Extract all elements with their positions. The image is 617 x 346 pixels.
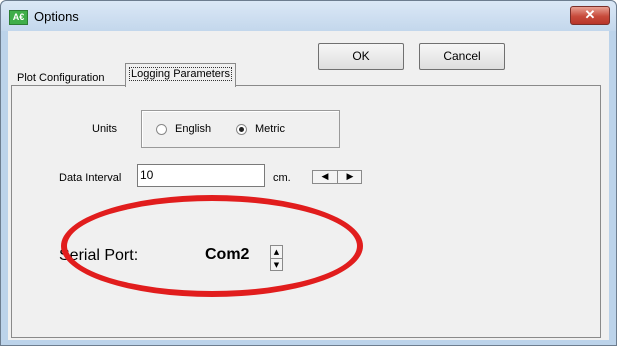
logging-parameters-panel: Units English Metric Data Interval 10 cm… (11, 85, 601, 338)
cancel-button[interactable]: Cancel (419, 43, 505, 70)
english-radio[interactable] (156, 124, 167, 135)
data-interval-label: Data Interval (59, 172, 122, 184)
serial-port-value: Com2 (205, 246, 250, 263)
metric-radio[interactable] (236, 124, 247, 135)
close-button[interactable]: ✕ (570, 6, 610, 25)
arrow-right-icon[interactable]: ▶ (337, 171, 362, 183)
tab-logging-parameters[interactable]: Logging Parameters (125, 63, 237, 87)
close-icon: ✕ (584, 7, 596, 22)
tab-logging-parameters-label: Logging Parameters (128, 67, 233, 81)
ok-button[interactable]: OK (318, 43, 404, 70)
data-interval-spinner[interactable]: ◀ ▶ (312, 170, 362, 184)
dialog-client-area: OK Cancel Plot Configuration Logging Par… (8, 31, 609, 340)
english-radio-label[interactable]: English (175, 123, 211, 135)
arrow-up-icon[interactable]: ▲ (271, 246, 282, 258)
metric-radio-label[interactable]: Metric (255, 123, 285, 135)
units-group: English Metric (141, 110, 340, 148)
options-dialog: A€ Options ✕ OK Cancel Plot Configuratio… (0, 0, 617, 346)
title-bar[interactable]: A€ Options ✕ (1, 1, 616, 31)
serial-port-label: Serial Port: (59, 247, 139, 264)
units-label: Units (92, 123, 118, 135)
serial-port-spinner[interactable]: ▲ ▼ (270, 245, 283, 271)
arrow-down-icon[interactable]: ▼ (271, 258, 282, 271)
window-title: Options (34, 9, 79, 24)
app-icon: A€ (9, 10, 28, 25)
data-interval-input[interactable]: 10 (137, 164, 265, 187)
arrow-left-icon[interactable]: ◀ (313, 171, 337, 183)
data-interval-unit: cm. (273, 172, 291, 184)
